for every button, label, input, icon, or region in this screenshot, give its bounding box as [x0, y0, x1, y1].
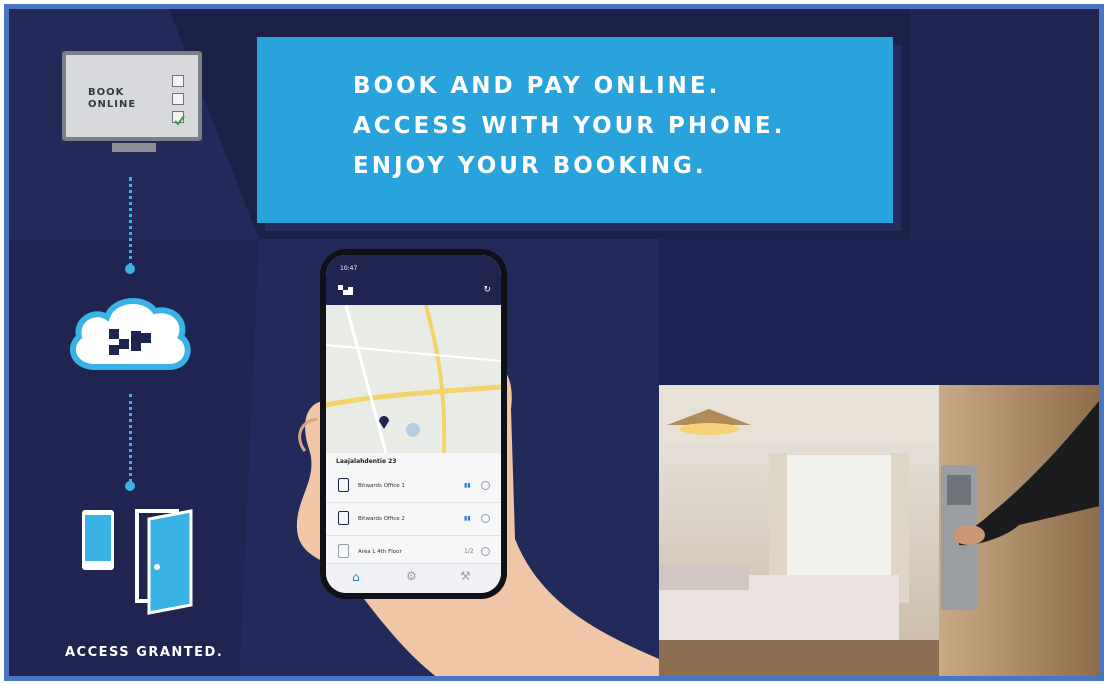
headline-line-3: ENJOY YOUR BOOKING.: [353, 153, 707, 179]
settings-icon[interactable]: ⚙: [406, 569, 417, 583]
door-badge: ▮▮: [464, 482, 471, 489]
info-icon[interactable]: [481, 514, 490, 523]
promo-frame: BOOK AND PAY ONLINE. ACCESS WITH YOUR PH…: [4, 4, 1104, 681]
headline-banner: BOOK AND PAY ONLINE. ACCESS WITH YOUR PH…: [257, 37, 893, 223]
monitor-text: BOOK ONLINE: [88, 87, 136, 111]
checkbox-icon: [172, 75, 184, 87]
map-view[interactable]: [326, 304, 501, 454]
app-header: 10:47 ↻: [326, 255, 501, 305]
wrench-icon[interactable]: ⚒: [460, 569, 471, 583]
location-header: Laajalahdentie 23: [336, 458, 397, 465]
status-time: 10:47: [340, 265, 358, 272]
access-granted-text: ACCESS GRANTED.: [65, 645, 224, 660]
door-list-item[interactable]: Bitwards Office 2 ▮▮: [326, 503, 501, 536]
cloud-logo-icon: [69, 297, 191, 370]
app-logo-icon: [338, 285, 353, 295]
flow-connector: [129, 394, 132, 482]
info-icon[interactable]: [481, 481, 490, 490]
app-screen: 10:47 ↻ Laajalahdentie 23 Bitwards Offic…: [326, 255, 501, 593]
flow-connector: [129, 177, 132, 267]
monitor-text-line2: ONLINE: [88, 99, 137, 110]
info-icon[interactable]: [481, 547, 490, 556]
door-badge: ▮▮: [464, 515, 471, 522]
lock-icon: [338, 544, 349, 558]
open-door-icon: [135, 509, 193, 615]
lock-icon: [338, 511, 349, 525]
flow-dot: [125, 264, 135, 274]
monitor-stand: [112, 143, 156, 152]
hotel-room-scene: [659, 385, 1099, 676]
smartphone-mockup: 10:47 ↻ Laajalahdentie 23 Bitwards Offic…: [320, 249, 507, 599]
my-location-icon: [406, 423, 420, 437]
door-label: Area L 4th Floor: [358, 549, 402, 555]
door-list-item[interactable]: Bitwards Office 1 ▮▮: [326, 470, 501, 503]
door-label: Bitwards Office 2: [358, 516, 405, 522]
headline-line-1: BOOK AND PAY ONLINE.: [353, 73, 721, 99]
smartphone-icon: [82, 510, 114, 570]
home-icon[interactable]: ⌂: [352, 570, 360, 584]
computer-monitor-icon: BOOK ONLINE: [62, 51, 202, 141]
headline-line-2: ACCESS WITH YOUR PHONE.: [353, 113, 786, 139]
door-label: Bitwards Office 1: [358, 483, 405, 489]
bottom-nav: ⌂ ⚙ ⚒: [326, 563, 501, 593]
checkbox-checked-icon: [172, 111, 185, 126]
flow-dot: [125, 481, 135, 491]
hotel-room-photo: [659, 385, 1099, 676]
refresh-icon[interactable]: ↻: [483, 285, 491, 295]
checkbox-icon: [172, 93, 184, 105]
monitor-text-line1: BOOK: [88, 87, 125, 98]
lock-icon: [338, 478, 349, 492]
location-pin-icon[interactable]: [378, 415, 390, 429]
door-badge: 1/2: [464, 548, 474, 555]
